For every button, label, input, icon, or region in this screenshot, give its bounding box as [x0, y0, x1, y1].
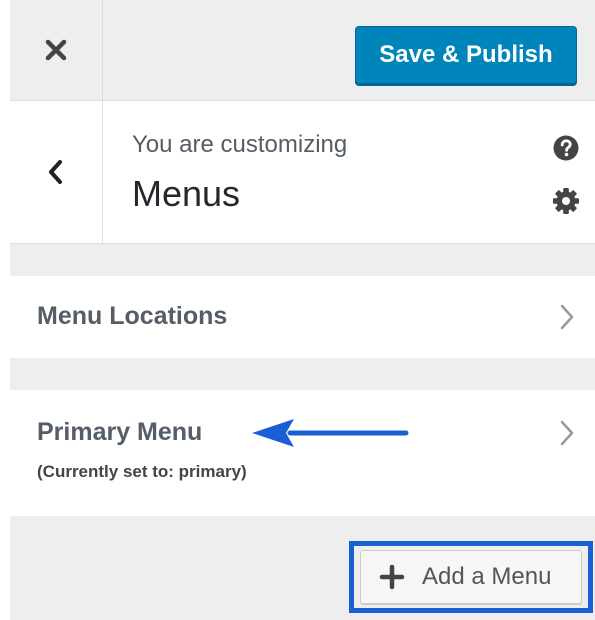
plus-icon [379, 564, 405, 590]
customizer-header: Save & Publish [10, 0, 595, 101]
customizing-label: You are customizing [132, 131, 348, 158]
menu-locations-section[interactable]: Menu Locations [10, 276, 595, 358]
chevron-right-icon [560, 420, 574, 446]
chevron-right-icon [560, 304, 574, 330]
panel-info: You are customizing Menus [10, 101, 595, 244]
primary-menu-section[interactable]: Primary Menu (Currently set to: primary) [10, 390, 595, 516]
back-button[interactable] [10, 101, 103, 243]
menu-locations-title: Menu Locations [37, 302, 228, 330]
close-button[interactable] [10, 0, 103, 100]
annotation-arrow [252, 419, 409, 447]
help-icon[interactable] [553, 135, 579, 161]
close-icon [45, 39, 67, 61]
add-menu-button[interactable]: Add a Menu [360, 550, 582, 604]
add-menu-label: Add a Menu [422, 563, 552, 590]
gear-icon[interactable] [552, 187, 580, 215]
primary-menu-location-note: (Currently set to: primary) [37, 462, 247, 481]
save-publish-button[interactable]: Save & Publish [355, 26, 577, 84]
panel-title: Menus [132, 173, 241, 214]
primary-menu-title: Primary Menu [37, 418, 203, 446]
customizer-panel: Save & Publish You are customizing Menus [10, 0, 595, 620]
chevron-left-icon [49, 160, 62, 184]
